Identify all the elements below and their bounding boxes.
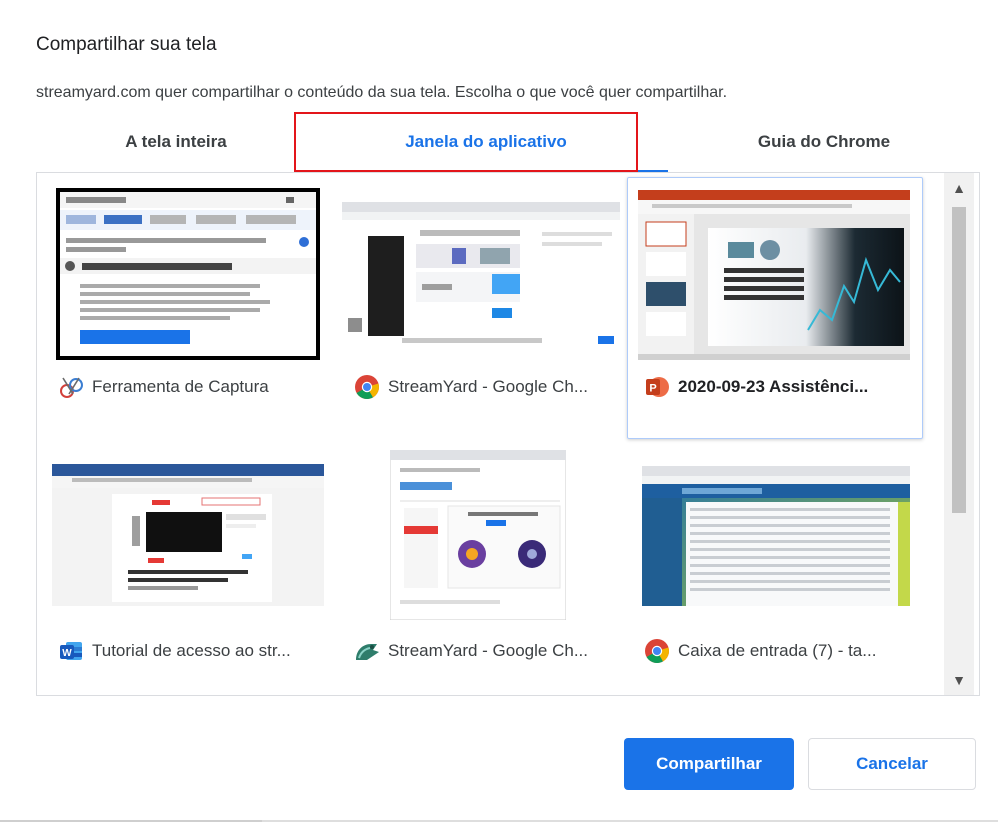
window-title: Tutorial de acesso ao str... (92, 641, 291, 660)
annotation-highlight-box (294, 112, 638, 172)
share-button[interactable]: Compartilhar (624, 738, 794, 790)
window-tile-label: StreamYard - Google Ch... (352, 372, 622, 402)
window-tile-label: StreamYard - Google Ch... (352, 636, 622, 666)
window-thumbnail (342, 202, 620, 350)
svg-text:W: W (62, 648, 72, 659)
window-thumbnail (642, 466, 910, 606)
snipping-tool-preview (60, 192, 316, 356)
window-tile-label: W Tutorial de acesso ao str... (56, 636, 326, 666)
scroll-thumb[interactable] (952, 207, 966, 513)
dialog-subtitle: streamyard.com quer compartilhar o conte… (36, 84, 728, 101)
window-tile-snipping-tool[interactable]: Ferramenta de Captura (41, 177, 337, 439)
word-icon: W (56, 636, 86, 666)
bottom-divider-left (0, 820, 262, 822)
dialog-title: Compartilhar sua tela (36, 34, 217, 55)
window-title: StreamYard - Google Ch... (388, 641, 588, 660)
window-title: Ferramenta de Captura (92, 377, 269, 396)
window-tile-streamyard-chrome[interactable]: StreamYard - Google Ch... (337, 177, 633, 439)
cancel-button[interactable]: Cancelar (808, 738, 976, 790)
window-tile-label: Caixa de entrada (7) - ta... (642, 636, 912, 666)
snipping-tool-icon (56, 372, 86, 402)
streamyard-app-icon (352, 636, 382, 666)
word-preview (52, 464, 324, 606)
scroll-up-arrow-icon[interactable]: ▲ (944, 175, 974, 201)
window-tile-gmail-chrome[interactable]: Caixa de entrada (7) - ta... (627, 441, 923, 695)
tab-chrome-tab[interactable]: Guia do Chrome (684, 112, 964, 172)
window-thumbnail (638, 190, 910, 360)
window-tile-word[interactable]: W Tutorial de acesso ao str... (41, 441, 337, 695)
window-thumbnail (56, 188, 320, 360)
window-thumbnail (52, 464, 324, 606)
streamyard-preview (342, 202, 620, 350)
window-tile-powerpoint[interactable]: P 2020-09-23 Assistênci... (627, 177, 923, 439)
gmail-preview (642, 466, 910, 606)
window-tile-label: P 2020-09-23 Assistênci... (642, 372, 912, 402)
window-title: 2020-09-23 Assistênci... (678, 377, 869, 396)
tab-entire-screen[interactable]: A tela inteira (36, 112, 316, 172)
powerpoint-icon: P (642, 372, 672, 402)
chrome-icon (352, 372, 382, 402)
window-thumbnail (390, 450, 566, 620)
window-list-scrollbar[interactable]: ▲ ▼ (944, 173, 974, 695)
window-title: Caixa de entrada (7) - ta... (678, 641, 877, 660)
streamyard-app-preview (390, 450, 566, 620)
powerpoint-preview (638, 190, 910, 360)
scroll-down-arrow-icon[interactable]: ▼ (944, 667, 974, 693)
window-picker-panel: Ferramenta de Captura StreamYard - Googl… (36, 172, 980, 696)
window-tile-streamyard-app[interactable]: StreamYard - Google Ch... (337, 441, 633, 695)
window-title: StreamYard - Google Ch... (388, 377, 588, 396)
chrome-icon (642, 636, 672, 666)
svg-text:P: P (649, 383, 656, 395)
window-tile-label: Ferramenta de Captura (56, 372, 326, 402)
